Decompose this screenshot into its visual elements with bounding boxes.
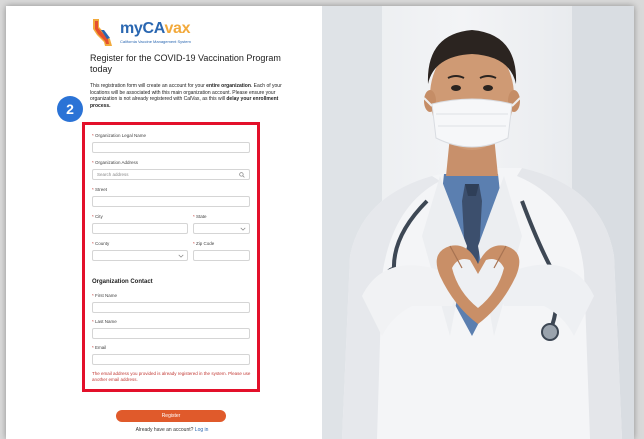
- zip-code-label: * Zip Code: [193, 241, 215, 246]
- registration-window: myCAvax California Vaccine Management Sy…: [6, 6, 634, 439]
- address-search-input[interactable]: Search address: [92, 169, 250, 180]
- email-error-message: The email address you provided is alread…: [92, 371, 251, 382]
- last-name-label: * Last Name: [92, 319, 117, 324]
- org-legal-name-label: * Organization Legal Name: [92, 133, 147, 138]
- logo-subtitle: California Vaccine Management System: [120, 39, 191, 44]
- first-name-label: * First Name: [92, 293, 118, 298]
- registration-panel: myCAvax California Vaccine Management Sy…: [6, 6, 322, 439]
- logo-wordmark: myCAvax: [120, 20, 191, 37]
- organization-contact-heading: Organization Contact: [92, 279, 153, 285]
- log-in-link[interactable]: Log in: [195, 427, 209, 433]
- email-label: * Email: [92, 345, 107, 350]
- doctor-photo: [322, 6, 634, 439]
- search-placeholder: Search address: [97, 172, 129, 177]
- login-prompt: Already have an account? Log in: [135, 427, 209, 433]
- street-label: * Street: [92, 187, 108, 192]
- doctor-heart-hands-image: [322, 6, 634, 439]
- org-address-label: * Organization Address: [92, 160, 139, 165]
- county-select[interactable]: [92, 250, 188, 261]
- last-name-input[interactable]: [92, 328, 250, 339]
- city-input[interactable]: [92, 223, 188, 234]
- street-input[interactable]: [92, 196, 250, 207]
- page-title: Register for the COVID-19 Vaccination Pr…: [90, 53, 281, 74]
- email-input[interactable]: [92, 354, 250, 365]
- mycavax-logo: myCAvax California Vaccine Management Sy…: [90, 18, 240, 50]
- register-button[interactable]: Register: [116, 410, 226, 422]
- zip-code-input[interactable]: [193, 250, 250, 261]
- intro-text: This registration form will create an ac…: [90, 83, 282, 109]
- state-label: * State: [193, 214, 207, 219]
- chevron-down-icon: [240, 227, 246, 231]
- search-icon: [239, 172, 245, 178]
- city-label: * City: [92, 214, 103, 219]
- step-number-badge: 2: [57, 96, 83, 122]
- first-name-input[interactable]: [92, 302, 250, 313]
- chevron-down-icon: [178, 254, 184, 258]
- state-select[interactable]: [193, 223, 250, 234]
- county-label: * County: [92, 241, 110, 246]
- california-map-icon: [93, 19, 112, 46]
- org-legal-name-input[interactable]: [92, 142, 250, 153]
